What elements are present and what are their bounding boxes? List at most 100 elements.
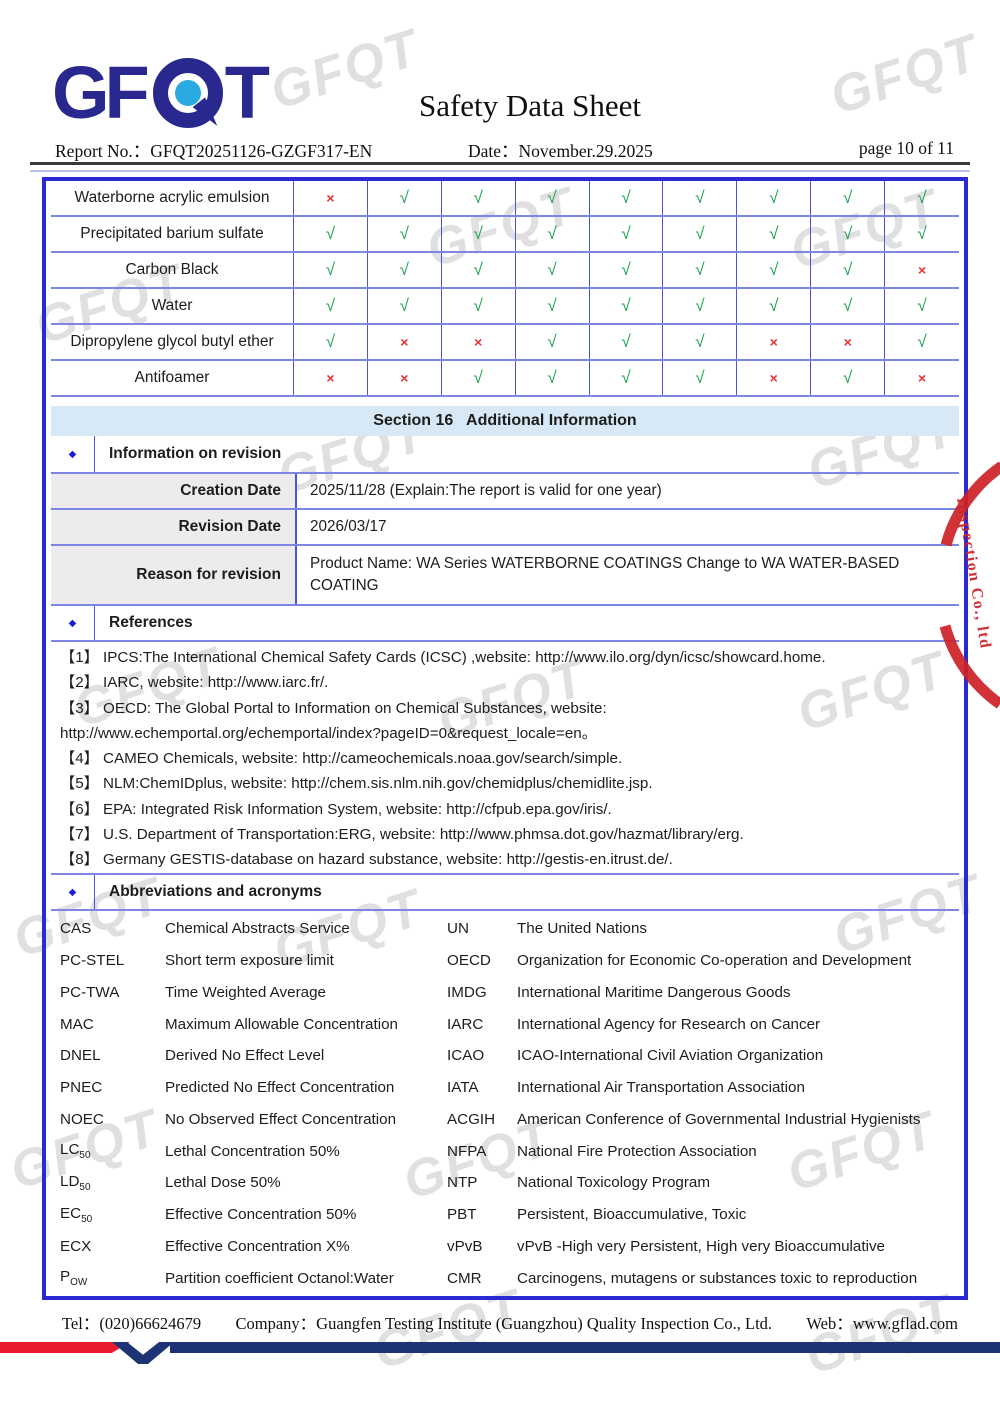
substance-label: Carbon Black [51,253,294,287]
kv-value: 2026/03/17 [297,510,959,544]
abbr-definition: Lethal Dose 50% [165,1174,447,1191]
abbr-definition: ICAO-International Civil Aviation Organi… [517,1047,959,1064]
check-icon: √ [474,224,483,244]
abbr-term: UN [447,920,517,937]
table-row: Water√√√√√√√√√ [51,289,959,325]
cross-icon: × [400,334,408,350]
check-icon: √ [695,224,704,244]
bullet-cell: ◆ [51,606,95,640]
mark-cell: √ [885,181,959,215]
mark-cell: √ [663,325,737,359]
check-icon: √ [400,224,409,244]
abbr-definition: Maximum Allowable Concentration [165,1016,447,1033]
mark-cell: √ [442,217,516,251]
kv-row: Revision Date2026/03/17 [51,510,959,546]
abbr-term: CAS [60,920,165,937]
substance-label: Waterborne acrylic emulsion [51,181,294,215]
mark-cell: √ [737,181,811,215]
abbr-term: PC-STEL [60,952,165,969]
cross-icon: × [918,370,926,386]
footer-tel-label: Tel： [62,1314,99,1333]
check-icon: √ [695,332,704,352]
bullet-cell: ◆ [51,875,95,909]
mark-cell: √ [663,253,737,287]
references-heading-row: ◆ References [51,606,959,642]
check-icon: √ [547,260,556,280]
abbr-term: LD50 [60,1173,165,1193]
abbr-term: NTP [447,1174,517,1191]
check-icon: √ [547,368,556,388]
abbr-definition: Lethal Concentration 50% [165,1143,447,1160]
table-row: Carbon Black√√√√√√√√× [51,253,959,289]
abbr-definition: Predicted No Effect Concentration [165,1079,447,1096]
mark-cell: × [737,361,811,395]
cross-icon: × [770,334,778,350]
check-icon: √ [400,188,409,208]
compatibility-table: Waterborne acrylic emulsion×√√√√√√√√Prec… [51,181,959,397]
check-icon: √ [695,188,704,208]
kv-row: Reason for revisionProduct Name: WA Seri… [51,546,959,606]
check-icon: √ [621,188,630,208]
check-icon: √ [326,260,335,280]
check-icon: √ [474,260,483,280]
check-icon: √ [769,224,778,244]
abbreviation-row: DNELDerived No Effect LevelICAOICAO-Inte… [51,1040,959,1072]
table-row: Antifoamer××√√√√×√× [51,361,959,397]
check-icon: √ [547,188,556,208]
mark-cell: × [811,325,885,359]
mark-cell: √ [590,361,664,395]
mark-cell: √ [737,253,811,287]
table-row: Precipitated barium sulfate√√√√√√√√√ [51,217,959,253]
logo-q-magnifier-icon [153,58,223,128]
section16-band: Section 16 Additional Information [51,406,959,436]
check-icon: √ [695,368,704,388]
abbr-term: PC-TWA [60,984,165,1001]
cross-icon: × [770,370,778,386]
abbr-definition: Short term exposure limit [165,952,447,969]
check-icon: √ [621,260,630,280]
spacer [51,397,959,406]
mark-cell: √ [590,289,664,323]
abbr-definition: Persistent, Bioaccumulative, Toxic [517,1206,959,1223]
abbr-definition: International Agency for Research on Can… [517,1016,959,1033]
check-icon: √ [695,296,704,316]
kv-value: 2025/11/28 (Explain:The report is valid … [297,474,959,508]
mark-cell: √ [811,361,885,395]
revision-heading: Information on revision [109,445,281,463]
header-rule [30,162,970,165]
abbr-definition: Carcinogens, mutagens or substances toxi… [517,1270,959,1287]
mark-cell: × [294,181,368,215]
mark-cell: √ [663,289,737,323]
mark-cell: √ [516,217,590,251]
kv-label: Creation Date [51,474,297,508]
substance-label: Dipropylene glycol butyl ether [51,325,294,359]
mark-cell: √ [885,325,959,359]
mark-cell: √ [663,181,737,215]
mark-cell: √ [590,181,664,215]
abbr-definition: American Conference of Governmental Indu… [517,1111,959,1128]
abbr-definition: Effective Concentration X% [165,1238,447,1255]
table-row: Waterborne acrylic emulsion×√√√√√√√√ [51,181,959,217]
abbr-definition: The United Nations [517,920,959,937]
check-icon: √ [917,224,926,244]
gfqt-logo: GFT [52,50,265,136]
check-icon: √ [474,368,483,388]
logo-letters-gf: GF [52,50,145,136]
check-icon: √ [917,332,926,352]
reference-line: http://www.echemportal.org/echemportal/i… [60,721,959,746]
mark-cell: × [368,361,442,395]
mark-cell: √ [516,289,590,323]
abbreviation-row: PC-TWATime Weighted AverageIMDGInternati… [51,977,959,1009]
content-box: Waterborne acrylic emulsion×√√√√√√√√Prec… [42,177,968,1300]
mark-cell: √ [442,253,516,287]
check-icon: √ [843,260,852,280]
abbreviations-heading-row: ◆ Abbreviations and acronyms [51,873,959,911]
footer-contact-row: Tel：(020)66624679 Company：Guangfen Testi… [62,1310,958,1334]
abbr-term: ICAO [447,1047,517,1064]
abbr-term: NOEC [60,1111,165,1128]
references-list: 【1】 IPCS:The International Chemical Safe… [51,642,959,873]
revision-kv-rows: Creation Date2025/11/28 (Explain:The rep… [51,474,959,606]
check-icon: √ [695,260,704,280]
footer-bar-navy [170,1342,1000,1353]
abbr-term: DNEL [60,1047,165,1064]
